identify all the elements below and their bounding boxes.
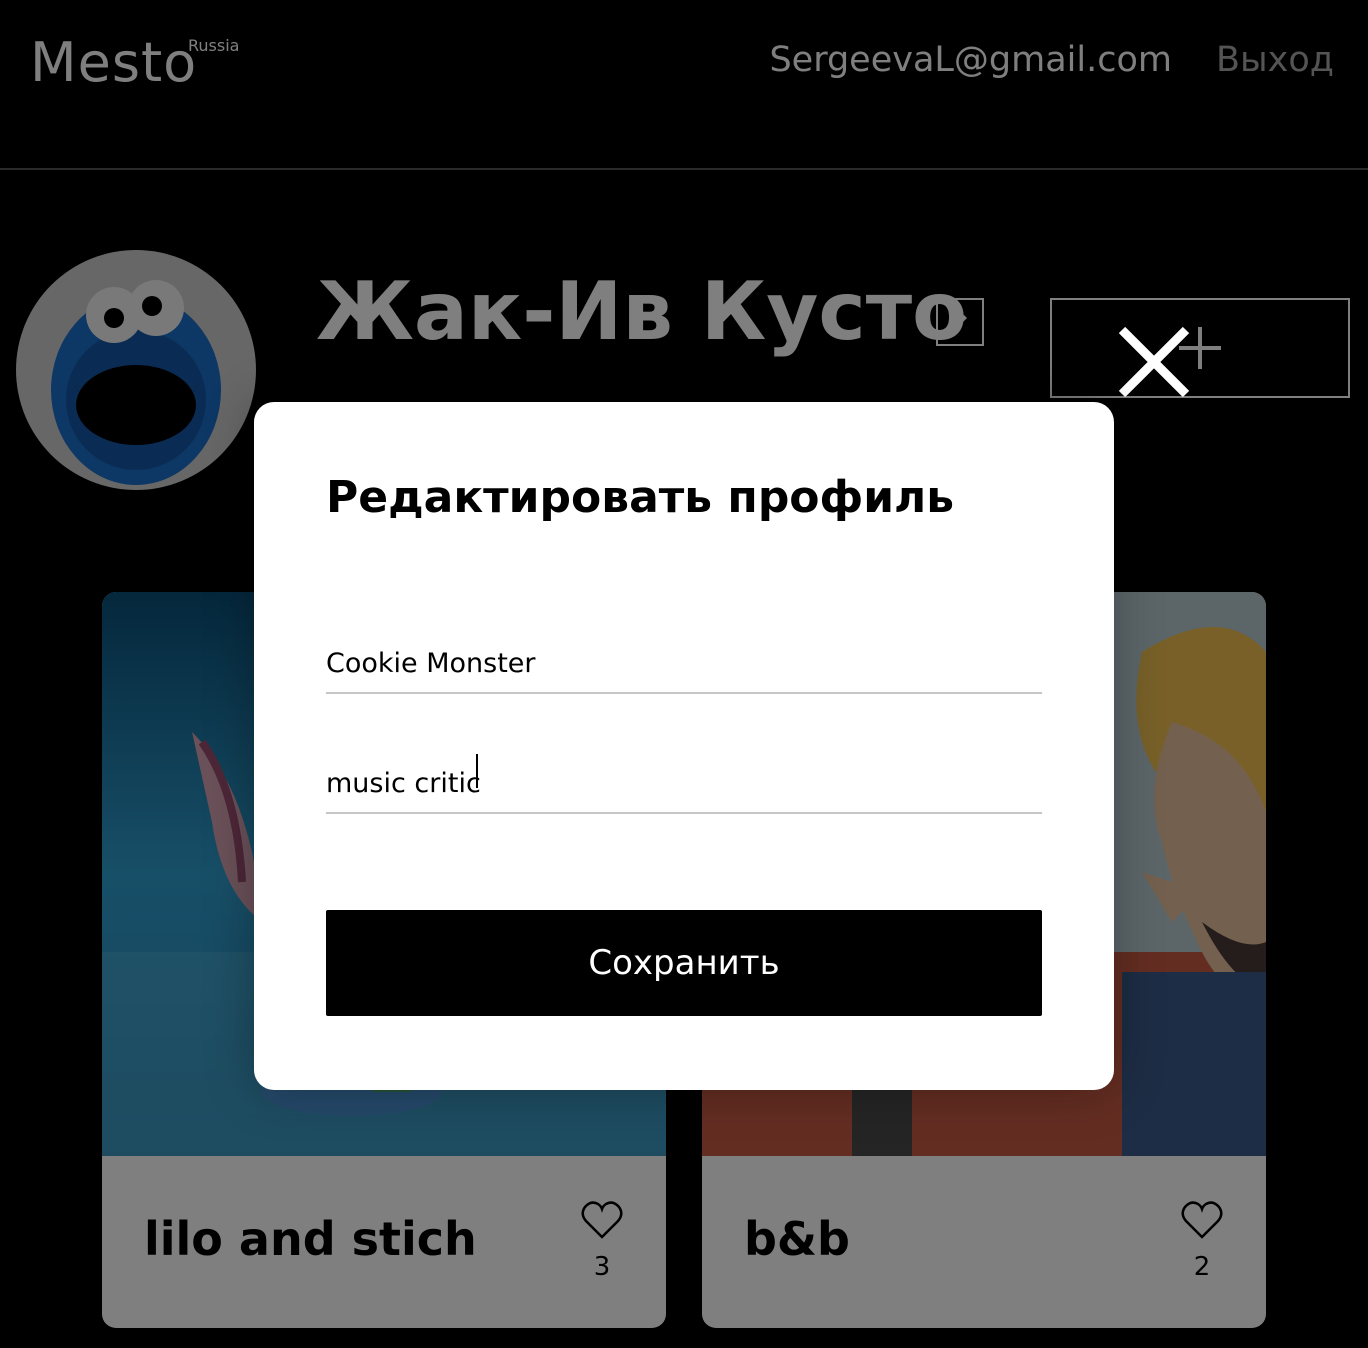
edit-profile-popup: Редактировать профиль Сохранить <box>254 402 1114 1090</box>
name-input[interactable] <box>326 634 1042 694</box>
close-icon <box>1118 326 1190 398</box>
popup-title: Редактировать профиль <box>326 472 955 523</box>
popup-close-button[interactable] <box>1114 322 1194 402</box>
text-caret <box>476 754 478 788</box>
about-input[interactable] <box>326 754 1042 814</box>
save-button[interactable]: Сохранить <box>326 910 1042 1016</box>
